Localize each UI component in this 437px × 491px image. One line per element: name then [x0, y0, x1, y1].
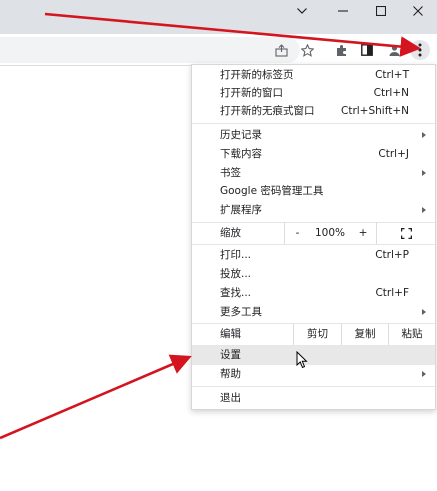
menu-item-label: 更多工具	[220, 306, 262, 318]
menu-item-print[interactable]: 打印... Ctrl+P	[192, 246, 435, 265]
zoom-in-button[interactable]: +	[350, 222, 376, 244]
submenu-arrow-icon	[422, 371, 426, 377]
menu-item-label: 打印...	[220, 249, 252, 261]
browser-toolbar	[0, 34, 437, 66]
profile-icon	[389, 44, 399, 56]
submenu-arrow-icon	[422, 170, 426, 176]
menu-item-bookmarks[interactable]: 书签	[192, 164, 435, 183]
menu-item-new-incognito[interactable]: 打开新的无痕式窗口 Ctrl+Shift+N	[192, 102, 435, 121]
menu-item-shortcut: Ctrl+N	[373, 87, 409, 99]
minimize-button[interactable]	[324, 0, 362, 22]
menu-item-label: 历史记录	[220, 129, 262, 141]
menu-item-label: 查找...	[220, 287, 252, 299]
menu-separator	[192, 386, 435, 387]
menu-item-label: 书签	[220, 167, 241, 179]
menu-item-shortcut: Ctrl+T	[375, 69, 409, 81]
menu-item-label: 退出	[220, 392, 241, 404]
menu-item-label: 打开新的标签页	[220, 69, 294, 81]
share-button[interactable]	[271, 40, 291, 60]
menu-separator	[192, 244, 435, 245]
menu-item-password-manager[interactable]: Google 密码管理工具	[192, 182, 435, 201]
menu-row-zoom: 缩放 - 100% +	[192, 222, 435, 244]
bookmark-star-button[interactable]	[297, 40, 317, 60]
menu-item-new-window[interactable]: 打开新的窗口 Ctrl+N	[192, 84, 435, 103]
more-vert-icon	[418, 43, 422, 57]
menu-item-label: 帮助	[220, 368, 241, 380]
minimize-icon	[338, 10, 348, 12]
cut-button[interactable]: 剪切	[293, 323, 341, 345]
share-icon	[274, 43, 288, 57]
paste-button[interactable]: 粘贴	[388, 323, 435, 345]
menu-item-label: 设置	[220, 349, 241, 361]
zoom-out-button[interactable]: -	[284, 222, 310, 244]
menu-item-label: 打开新的无痕式窗口	[220, 105, 315, 117]
tab-search-button[interactable]	[283, 0, 321, 22]
maximize-icon	[376, 6, 386, 16]
chevron-down-icon	[297, 8, 307, 14]
menu-separator	[192, 123, 435, 124]
extensions-button[interactable]	[331, 40, 351, 60]
close-button[interactable]	[399, 0, 437, 22]
submenu-arrow-icon	[422, 309, 426, 315]
menu-item-find[interactable]: 查找... Ctrl+F	[192, 284, 435, 303]
side-panel-button[interactable]	[357, 40, 377, 60]
mouse-cursor-icon	[296, 351, 308, 369]
menu-item-exit[interactable]: 退出	[192, 389, 435, 408]
menu-item-label: 扩展程序	[220, 204, 262, 216]
arrow-to-settings	[0, 354, 192, 440]
menu-row-edit: 编辑 剪切 复制 粘贴	[192, 323, 435, 345]
menu-item-help[interactable]: 帮助	[192, 365, 435, 384]
menu-item-cast[interactable]: 投放...	[192, 265, 435, 284]
menu-item-downloads[interactable]: 下载内容 Ctrl+J	[192, 145, 435, 164]
menu-item-label: 编辑	[220, 328, 241, 340]
chrome-menu-button[interactable]	[410, 40, 430, 60]
menu-item-label: 缩放	[220, 227, 241, 239]
menu-item-label: 下载内容	[220, 148, 262, 160]
chrome-menu: 打开新的标签页 Ctrl+T 打开新的窗口 Ctrl+N 打开新的无痕式窗口 C…	[191, 64, 436, 410]
title-bar	[0, 0, 437, 34]
address-bar[interactable]	[0, 37, 300, 63]
puzzle-icon	[336, 44, 346, 56]
submenu-arrow-icon	[422, 132, 426, 138]
menu-item-settings[interactable]: 设置	[192, 346, 435, 365]
menu-item-shortcut: Ctrl+Shift+N	[341, 105, 409, 117]
profile-button[interactable]	[384, 40, 404, 60]
zoom-value: 100%	[314, 227, 346, 239]
menu-item-new-tab[interactable]: 打开新的标签页 Ctrl+T	[192, 66, 435, 85]
close-icon	[413, 6, 423, 16]
menu-item-label: 投放...	[220, 268, 252, 280]
menu-item-history[interactable]: 历史记录	[192, 126, 435, 145]
side-panel-icon	[361, 44, 373, 56]
fullscreen-button[interactable]	[376, 222, 435, 244]
menu-item-shortcut: Ctrl+J	[378, 148, 409, 160]
menu-item-extensions[interactable]: 扩展程序	[192, 201, 435, 220]
fullscreen-icon	[400, 227, 412, 239]
menu-item-more-tools[interactable]: 更多工具	[192, 303, 435, 322]
submenu-arrow-icon	[422, 207, 426, 213]
menu-item-shortcut: Ctrl+P	[375, 249, 409, 261]
maximize-button[interactable]	[362, 0, 400, 22]
star-icon	[300, 43, 314, 57]
menu-item-shortcut: Ctrl+F	[375, 287, 409, 299]
menu-item-label: Google 密码管理工具	[220, 185, 324, 197]
menu-item-label: 打开新的窗口	[220, 87, 283, 99]
copy-button[interactable]: 复制	[341, 323, 388, 345]
